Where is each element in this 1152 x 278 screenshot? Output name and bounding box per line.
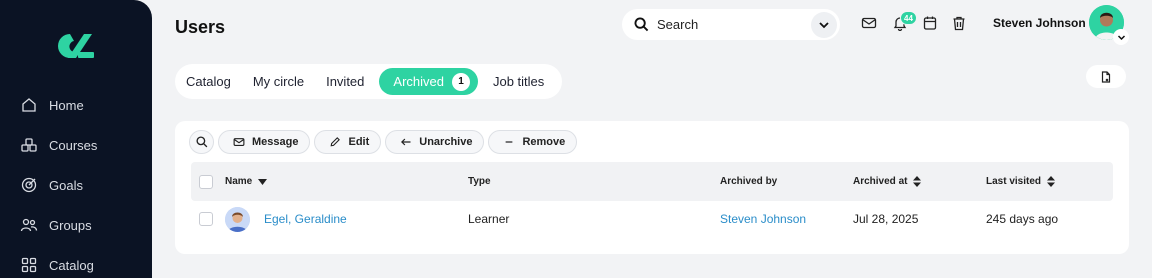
calendar-icon[interactable]: [922, 15, 938, 31]
avatar: [225, 207, 250, 232]
user-type: Learner: [468, 212, 510, 226]
sidebar-item-label: Groups: [49, 217, 92, 233]
groups-icon: [20, 218, 38, 232]
archived-by-link[interactable]: Steven Johnson: [720, 212, 806, 226]
trash-icon[interactable]: [951, 15, 967, 31]
home-icon: [22, 98, 36, 112]
edit-button-label: Edit: [348, 136, 370, 148]
brand-logo[interactable]: [54, 30, 98, 62]
column-header-archived-by: Archived by: [720, 176, 777, 187]
catalog-icon: [21, 257, 37, 273]
sidebar-item-label: Courses: [49, 137, 98, 153]
search-label: Search: [657, 17, 699, 32]
search-scope-dropdown[interactable]: [811, 11, 837, 38]
pencil-icon: [331, 137, 341, 147]
column-label: Last visited: [986, 176, 1042, 187]
sidebar-item-catalog[interactable]: Catalog: [20, 254, 94, 276]
column-header-type: Type: [468, 176, 491, 187]
remove-button-label: Remove: [522, 136, 566, 148]
tab-count-badge: 1: [451, 72, 470, 91]
avatar-image: [225, 207, 250, 232]
page-title: Users: [175, 17, 226, 37]
table-search-button[interactable]: [189, 130, 214, 154]
column-header-last-visited[interactable]: Last visited: [986, 176, 1056, 187]
search-icon: [634, 17, 649, 32]
chevron-down-icon: [1117, 34, 1125, 40]
tab-label: Archived: [393, 74, 444, 89]
sort-desc-icon: [258, 178, 268, 185]
user-name[interactable]: Steven Johnson: [993, 16, 1086, 30]
chevron-down-icon: [819, 21, 829, 28]
row-checkbox[interactable]: [199, 212, 213, 226]
minus-icon: [506, 141, 513, 143]
sidebar-item-label: Home: [49, 97, 84, 113]
column-label: Type: [468, 176, 491, 187]
sidebar-item-groups[interactable]: Groups: [20, 214, 92, 236]
message-button-label: Message: [252, 136, 299, 148]
user-name-link[interactable]: Egel, Geraldine: [264, 212, 347, 226]
bulk-actions-toolbar: Message Edit Unarchive Remove: [189, 130, 578, 154]
column-label: Archived by: [720, 176, 778, 187]
column-label: Archived at: [853, 176, 908, 187]
search-input[interactable]: Search: [622, 9, 840, 40]
file-export-icon: [1101, 70, 1111, 83]
remove-button[interactable]: Remove: [488, 130, 578, 154]
mail-icon: [233, 138, 245, 146]
last-visited: 245 days ago: [986, 212, 1059, 226]
sort-icon: [913, 176, 922, 187]
sidebar-item-courses[interactable]: Courses: [20, 134, 97, 156]
column-label: Name: [225, 176, 253, 187]
mail-icon[interactable]: [861, 15, 877, 31]
message-button[interactable]: Message: [218, 130, 311, 154]
notification-badge: 44: [900, 11, 917, 25]
table-row[interactable]: Egel, Geraldine Learner Steven Johnson J…: [191, 201, 1113, 237]
search-icon: [195, 136, 207, 148]
edit-button[interactable]: Edit: [314, 130, 382, 154]
courses-icon: [21, 138, 37, 152]
sidebar: Home Courses Goals Groups Catalog: [0, 0, 152, 278]
column-header-name[interactable]: Name: [225, 176, 268, 187]
archived-at: Jul 28, 2025: [853, 212, 919, 226]
sidebar-item-label: Goals: [49, 177, 83, 193]
tab-job-titles[interactable]: Job titles: [486, 68, 551, 95]
user-menu-toggle[interactable]: [1113, 29, 1129, 45]
goals-icon: [21, 177, 37, 193]
sidebar-item-goals[interactable]: Goals: [20, 174, 83, 196]
unarchive-button[interactable]: Unarchive: [385, 130, 485, 154]
tab-archived[interactable]: Archived 1: [379, 68, 478, 95]
column-header-archived-at[interactable]: Archived at: [853, 176, 922, 187]
export-button[interactable]: [1086, 65, 1126, 88]
sidebar-item-home[interactable]: Home: [20, 94, 84, 116]
user-tabs: Catalog My circle Invited Archived 1 Job…: [175, 64, 562, 99]
tab-my-circle[interactable]: My circle: [246, 68, 311, 95]
sort-icon: [1047, 176, 1056, 187]
tab-catalog[interactable]: Catalog: [179, 68, 238, 95]
tab-invited[interactable]: Invited: [319, 68, 371, 95]
select-all-checkbox[interactable]: [199, 175, 213, 189]
sidebar-item-label: Catalog: [49, 257, 94, 273]
table-header: Name Type Archived by Archived at Last v…: [191, 162, 1113, 201]
users-panel: Message Edit Unarchive Remove Name Type …: [175, 121, 1129, 254]
unarchive-button-label: Unarchive: [419, 136, 473, 148]
arrow-left-icon: [401, 138, 411, 146]
